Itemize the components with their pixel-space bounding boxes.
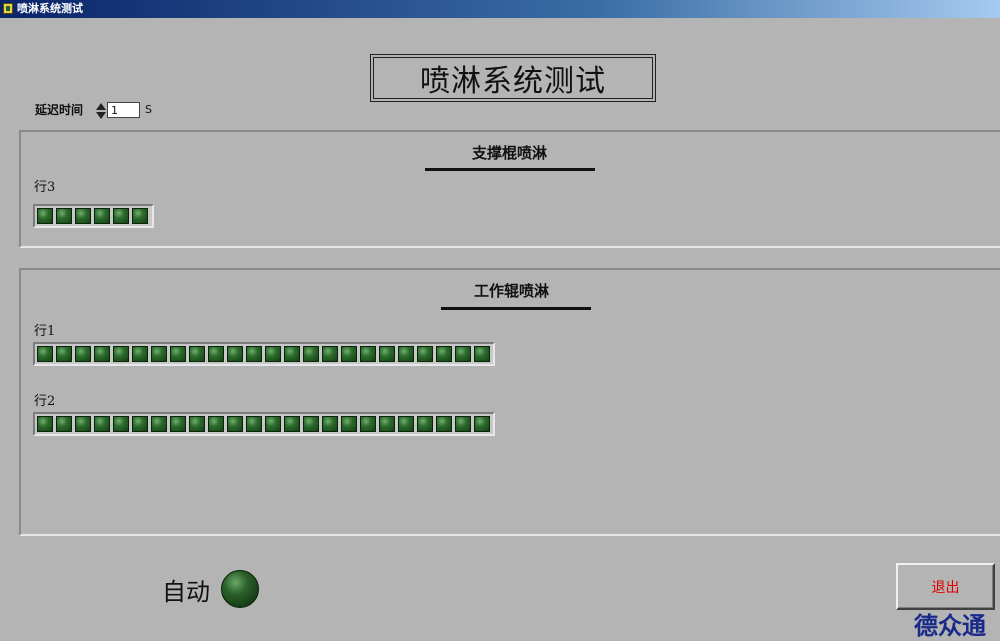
led-indicator (151, 346, 167, 362)
led-indicator (265, 346, 281, 362)
row-label: 行3 (34, 180, 56, 195)
led-indicator (398, 416, 414, 432)
led-array-row1 (33, 342, 495, 366)
led-indicator (94, 208, 110, 224)
led-indicator (132, 208, 148, 224)
led-indicator (417, 346, 433, 362)
led-indicator (94, 416, 110, 432)
increment-arrow-icon[interactable] (96, 103, 106, 110)
decrement-arrow-icon[interactable] (96, 112, 106, 119)
led-indicator (227, 346, 243, 362)
led-indicator (170, 346, 186, 362)
delay-label: 延迟时间 (35, 103, 84, 117)
watermark-logo: 德众通 (914, 611, 986, 640)
row-label: 行1 (34, 324, 56, 339)
delay-unit: S (145, 103, 152, 116)
led-indicator (322, 416, 338, 432)
led-indicator (341, 416, 357, 432)
led-indicator (56, 416, 72, 432)
led-indicator (379, 346, 395, 362)
led-indicator (113, 208, 129, 224)
led-indicator (37, 346, 53, 362)
exit-button[interactable]: 退出 (896, 563, 995, 610)
work-roll-panel: 工作辊喷淋 行1 行2 (19, 268, 1000, 536)
app-icon (3, 3, 13, 14)
led-indicator (227, 416, 243, 432)
led-indicator (455, 346, 471, 362)
delay-input[interactable] (107, 102, 140, 118)
led-indicator (436, 346, 452, 362)
led-indicator (436, 416, 452, 432)
led-indicator (113, 346, 129, 362)
led-array-row3 (33, 204, 154, 228)
page-title: 喷淋系统测试 (370, 54, 656, 102)
led-indicator (303, 416, 319, 432)
led-indicator (37, 416, 53, 432)
led-indicator (474, 346, 490, 362)
led-indicator (56, 346, 72, 362)
led-indicator (75, 208, 91, 224)
led-indicator (246, 346, 262, 362)
led-indicator (132, 416, 148, 432)
window-titlebar: 喷淋系统测试 (0, 0, 1000, 18)
led-indicator (189, 416, 205, 432)
led-indicator (417, 416, 433, 432)
led-indicator (94, 346, 110, 362)
auto-indicator-led (221, 570, 259, 608)
led-indicator (170, 416, 186, 432)
led-indicator (322, 346, 338, 362)
delay-spinner[interactable] (96, 103, 106, 119)
led-indicator (379, 416, 395, 432)
led-indicator (341, 346, 357, 362)
led-indicator (208, 416, 224, 432)
title-underline (425, 168, 595, 171)
led-indicator (455, 416, 471, 432)
led-indicator (75, 416, 91, 432)
led-indicator (56, 208, 72, 224)
support-roll-panel: 支撑棍喷淋 行3 (19, 130, 1000, 248)
led-indicator (189, 346, 205, 362)
led-indicator (360, 416, 376, 432)
led-indicator (284, 346, 300, 362)
led-indicator (132, 346, 148, 362)
led-indicator (246, 416, 262, 432)
led-indicator (360, 346, 376, 362)
led-array-row2 (33, 412, 495, 436)
support-roll-title: 支撑棍喷淋 (472, 144, 548, 162)
led-indicator (75, 346, 91, 362)
led-indicator (113, 416, 129, 432)
work-roll-title: 工作辊喷淋 (474, 282, 550, 300)
led-indicator (474, 416, 490, 432)
led-indicator (284, 416, 300, 432)
title-underline (441, 307, 591, 310)
led-indicator (265, 416, 281, 432)
led-indicator (151, 416, 167, 432)
led-indicator (208, 346, 224, 362)
led-indicator (303, 346, 319, 362)
led-indicator (37, 208, 53, 224)
led-indicator (398, 346, 414, 362)
row-label: 行2 (34, 394, 56, 409)
window-title: 喷淋系统测试 (17, 2, 83, 15)
auto-label: 自动 (162, 578, 210, 606)
